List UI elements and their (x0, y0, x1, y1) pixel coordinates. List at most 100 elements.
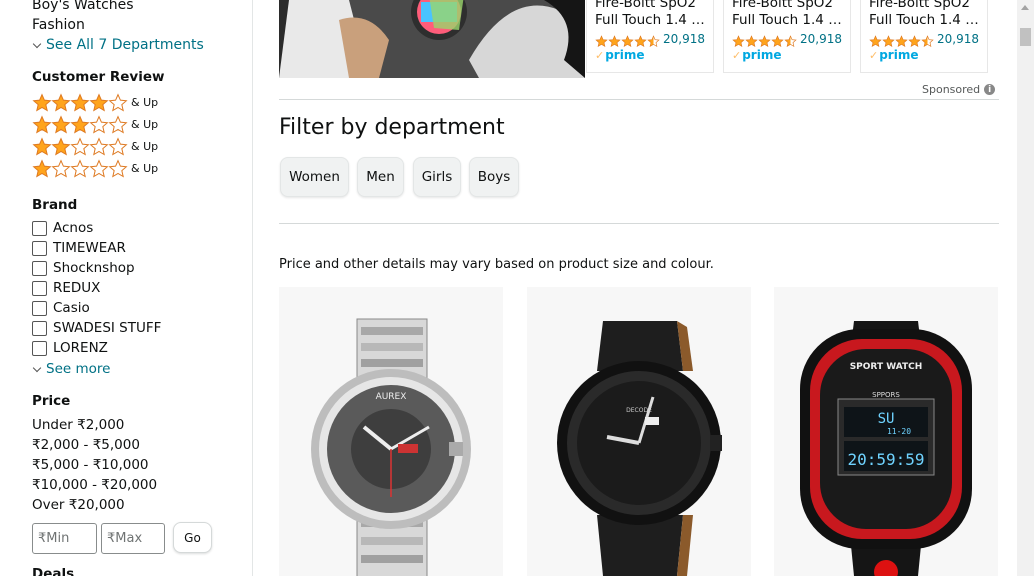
star-rating (32, 114, 128, 134)
price-range-link[interactable]: Under ₹2,000 (32, 417, 124, 433)
brand-checkbox[interactable] (32, 280, 47, 296)
brand-checkbox[interactable] (32, 220, 47, 236)
watch-brand-text: DECODE (626, 407, 652, 414)
price-range-link[interactable]: ₹10,000 - ₹20,000 (32, 477, 157, 493)
dept-button-girls[interactable]: Girls (413, 157, 461, 197)
star-filled-icon (51, 114, 71, 134)
and-up-label: & Up (131, 139, 159, 153)
ad-rating[interactable]: 20,918 (732, 32, 842, 47)
brand-filter-item[interactable]: REDUX (32, 278, 100, 298)
star-half-icon (784, 33, 797, 47)
star-filled-icon (70, 92, 90, 112)
star-filled-icon (32, 114, 52, 134)
price-range-link[interactable]: Over ₹20,000 (32, 497, 125, 513)
brand-filter-item[interactable]: Casio (32, 298, 90, 318)
star-half-icon (921, 33, 934, 47)
price-range-link[interactable]: ₹5,000 - ₹10,000 (32, 457, 149, 473)
ad-product-title-line2[interactable]: Full Touch 1.4 i... (732, 12, 842, 29)
brand-label: Casio (53, 300, 90, 316)
ad-product-title-line2[interactable]: Full Touch 1.4 i... (595, 12, 705, 29)
chevron-down-icon (32, 363, 42, 372)
brand-label: REDUX (53, 280, 101, 296)
dept-button-boys[interactable]: Boys (469, 157, 519, 197)
silver-analog-watch-image[interactable]: AUREX (279, 287, 503, 576)
prime-label: prime (742, 48, 782, 62)
star-rating (32, 158, 128, 178)
review-filter-3-stars[interactable]: & Up (32, 114, 158, 134)
chevron-down-icon (32, 39, 42, 48)
star-filled-icon (908, 33, 921, 47)
watch-display-mid: 11-20 (887, 427, 911, 436)
divider (279, 99, 999, 100)
left-filter-sidebar: Boy's Watches Fashion See All 7 Departme… (0, 0, 253, 576)
brand-filter-item[interactable]: LORENZ (32, 338, 108, 358)
ad-review-count[interactable]: 20,918 (663, 32, 705, 46)
scroll-thumb[interactable] (1020, 28, 1031, 46)
prime-check-icon: ✓ (595, 48, 605, 62)
watch-brand-text: AUREX (376, 392, 407, 402)
star-filled-icon (882, 33, 895, 47)
dept-button-women[interactable]: Women (280, 157, 349, 197)
see-all-departments-link[interactable]: See All 7 Departments (32, 37, 204, 53)
brand-label: Acnos (53, 220, 94, 236)
price-range-link[interactable]: ₹2,000 - ₹5,000 (32, 437, 140, 453)
max-price-input[interactable]: ₹Max (101, 523, 165, 554)
brand-filter-item[interactable]: Acnos (32, 218, 93, 238)
scroll-up-arrow-icon[interactable] (1021, 5, 1029, 10)
brand-filter-item[interactable]: TIMEWEAR (32, 238, 126, 258)
brand-checkbox[interactable] (32, 240, 47, 256)
sponsored-product-card[interactable]: Fire-Boltt SpO2 Full Touch 1.4 i... 20,918… (860, 0, 988, 73)
ad-product-title-line1[interactable]: Fire-Boltt SpO2 (869, 0, 979, 12)
prime-check-icon: ✓ (732, 48, 742, 62)
brand-label: LORENZ (53, 340, 108, 356)
see-more-brands-link[interactable]: See more (32, 361, 110, 377)
dept-link-boys-watches[interactable]: Boy's Watches (32, 0, 134, 13)
watch-brand-text: SPORT WATCH (850, 362, 923, 372)
ad-review-count[interactable]: 20,918 (937, 32, 979, 46)
prime-label: prime (879, 48, 919, 62)
see-more-label: See more (46, 361, 111, 377)
prime-badge: ✓ prime (732, 48, 842, 62)
info-icon[interactable]: i (984, 84, 996, 95)
banner-lifestyle-image[interactable] (279, 0, 585, 78)
sponsored-product-card[interactable]: Fire-Boltt SpO2 Full Touch 1.4 i... 20,918… (723, 0, 851, 73)
brand-filter-item[interactable]: Shocknshop (32, 258, 135, 278)
ad-review-count[interactable]: 20,918 (800, 32, 842, 46)
prime-check-icon: ✓ (869, 48, 879, 62)
min-price-input[interactable]: ₹Min (32, 523, 97, 554)
ad-rating[interactable]: 20,918 (869, 32, 979, 47)
vertical-scrollbar[interactable] (1017, 0, 1034, 576)
prime-label: prime (605, 48, 645, 62)
product-card-2[interactable]: DECODE (527, 287, 751, 576)
star-filled-icon (758, 33, 771, 47)
sponsored-label[interactable]: Sponsored i (922, 83, 996, 96)
sponsored-product-card[interactable]: Fire-Boltt SpO2 Full Touch 1.4 i... 20,918… (586, 0, 714, 73)
brand-checkbox[interactable] (32, 320, 47, 336)
ad-product-title-line1[interactable]: Fire-Boltt SpO2 (732, 0, 842, 12)
brand-label: TIMEWEAR (53, 240, 126, 256)
dept-button-men[interactable]: Men (357, 157, 404, 197)
review-filter-4-stars[interactable]: & Up (32, 92, 158, 112)
brand-checkbox[interactable] (32, 260, 47, 276)
price-disclaimer: Price and other details may vary based o… (279, 257, 714, 272)
digital-sport-watch-image[interactable]: SPORT WATCH SPPORS SU 11-20 20:59:59 (774, 287, 998, 576)
dept-link-fashion[interactable]: Fashion (32, 17, 85, 33)
star-filled-icon (89, 92, 109, 112)
star-filled-icon (895, 33, 908, 47)
black-leather-watch-image[interactable]: DECODE (527, 287, 751, 576)
ad-product-title-line2[interactable]: Full Touch 1.4 i... (869, 12, 979, 29)
star-empty-icon (108, 158, 128, 178)
review-filter-1-stars[interactable]: & Up (32, 158, 158, 178)
product-card-1[interactable]: AUREX (279, 287, 503, 576)
ad-rating[interactable]: 20,918 (595, 32, 705, 47)
star-filled-icon (732, 33, 745, 47)
brand-checkbox[interactable] (32, 340, 47, 356)
brand-filter-item[interactable]: SWADESI STUFF (32, 318, 161, 338)
price-go-button[interactable]: Go (173, 522, 212, 553)
brand-checkbox[interactable] (32, 300, 47, 316)
sponsored-banner[interactable]: Fire-Boltt SpO2 Full Touch 1.4 i... 20,918… (279, 0, 999, 78)
review-filter-2-stars[interactable]: & Up (32, 136, 158, 156)
brand-label: Shocknshop (53, 260, 135, 276)
ad-product-title-line1[interactable]: Fire-Boltt SpO2 (595, 0, 705, 12)
product-card-3[interactable]: SPORT WATCH SPPORS SU 11-20 20:59:59 (774, 287, 998, 576)
